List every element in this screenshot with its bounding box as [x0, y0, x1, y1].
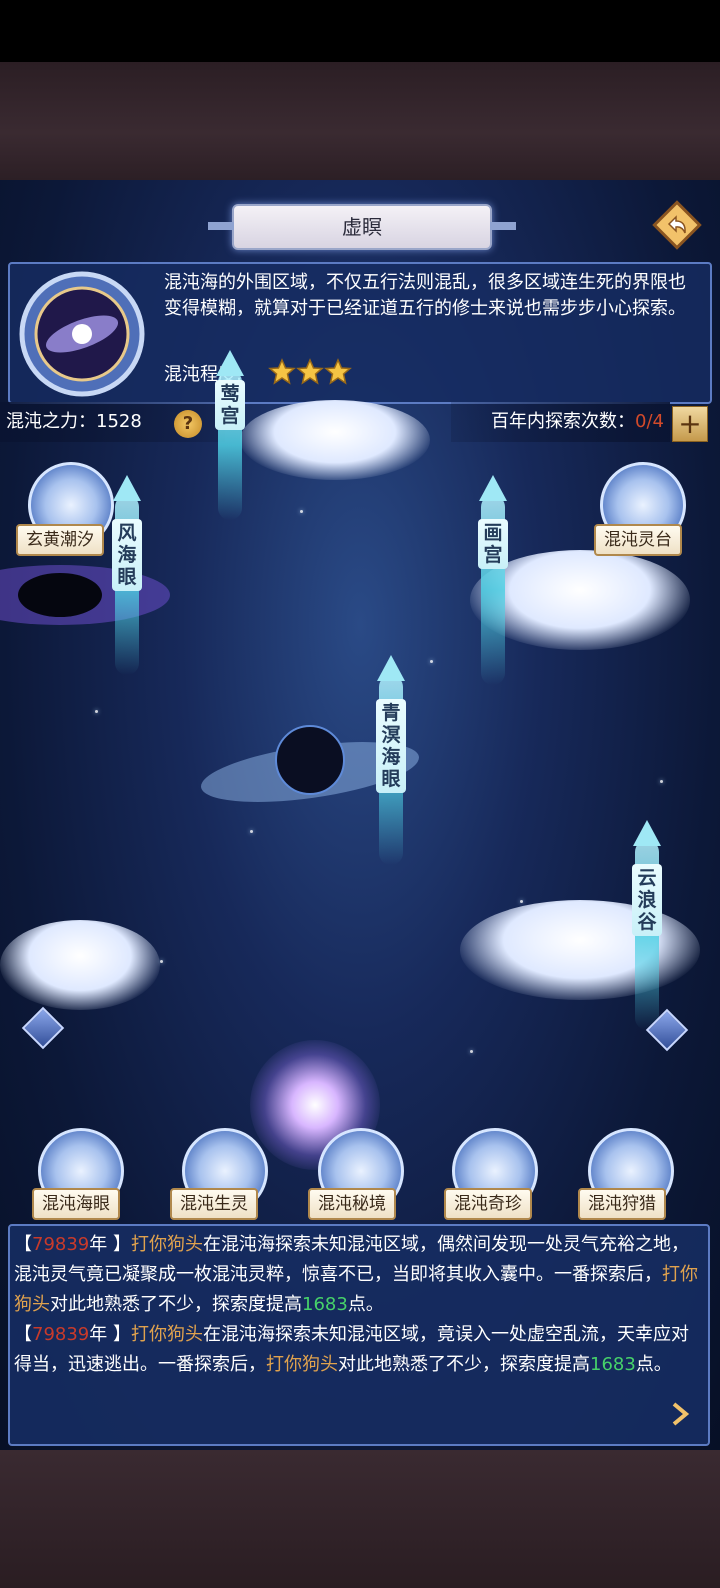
log-player-name: 打你狗头: [131, 1324, 203, 1345]
scroll-up-icon[interactable]: [21, 1006, 65, 1050]
chaos-power-label: 混沌之力：: [6, 411, 96, 432]
realm-description: 混沌海的外围区域，不仅五行法则混乱，很多区域连生死的界限也变得模糊，就算对于已经…: [164, 272, 686, 319]
star-icon: [324, 358, 352, 385]
map-node-label: 画宫: [478, 519, 508, 569]
cloud-island: [240, 400, 430, 480]
realm-emblem: [14, 266, 154, 406]
log-player-name: 打你狗头: [266, 1354, 338, 1375]
chevron-right-icon: [672, 1402, 690, 1426]
log-player-name: 打你狗头: [131, 1234, 203, 1255]
log-year: 79839: [32, 1324, 90, 1345]
map-node-feng[interactable]: 风海眼: [112, 475, 142, 675]
expand-log-button[interactable]: [664, 1398, 696, 1430]
frame-top: [0, 62, 720, 180]
log-gain: 1683: [302, 1294, 348, 1315]
star: [250, 830, 253, 833]
black-hole-icon: [0, 565, 170, 625]
menu-shoulie[interactable]: 混沌狩猎: [578, 1188, 666, 1220]
galaxy-icon: [19, 271, 145, 397]
chaos-level-stars: [268, 358, 352, 390]
cloud-island: [0, 920, 160, 1010]
explore-label: 百年内探索次数：: [491, 411, 636, 432]
game-area: 虚瞑 混沌海的外围区域，不仅五行法则混乱，很多区域连生死的界限也变得模糊，就算对…: [0, 180, 720, 1450]
map-node-label: 风海眼: [112, 519, 142, 591]
explore-count-row: 百年内探索次数：0/4: [451, 402, 670, 442]
map-node-huagong[interactable]: 画宫: [478, 475, 508, 685]
star: [300, 510, 303, 513]
star-icon: [296, 358, 324, 385]
lingtai-label[interactable]: 混沌灵台: [594, 524, 682, 556]
star: [660, 780, 663, 783]
frame-bottom: [0, 1450, 720, 1588]
map-node-yinggong[interactable]: 莺宫: [215, 350, 245, 530]
help-button[interactable]: ?: [174, 410, 202, 438]
map-node-qingming[interactable]: 青溟海眼: [376, 655, 406, 865]
star: [470, 1050, 473, 1053]
star: [430, 660, 433, 663]
map-node-label: 青溟海眼: [376, 699, 406, 793]
event-log: 【79839年 】打你狗头在混沌海探索未知混沌区域，偶然间发现一处灵气充裕之地，…: [14, 1230, 704, 1380]
map-node-yunlanggu[interactable]: 云浪谷: [632, 820, 662, 1030]
map-node-label: 莺宫: [215, 380, 245, 430]
back-button[interactable]: [652, 200, 702, 250]
star: [95, 710, 98, 713]
star: [520, 900, 523, 903]
log-year: 79839: [32, 1234, 90, 1255]
log-entry: 【79839年 】打你狗头在混沌海探索未知混沌区域，竟误入一处虚空乱流，天幸应对…: [14, 1324, 689, 1375]
add-explore-button[interactable]: +: [672, 406, 708, 442]
menu-qizhen[interactable]: 混沌奇珍: [444, 1188, 532, 1220]
explore-count: 0/4: [635, 411, 664, 432]
back-arrow-icon: [652, 200, 702, 250]
menu-shengling[interactable]: 混沌生灵: [170, 1188, 258, 1220]
menu-haiyan[interactable]: 混沌海眼: [32, 1188, 120, 1220]
cloud-island: [460, 900, 700, 1000]
star: [160, 960, 163, 963]
status-bar: [0, 0, 720, 62]
chaos-power-value: 1528: [96, 411, 142, 432]
log-gain: 1683: [590, 1354, 636, 1375]
map-node-label: 云浪谷: [632, 864, 662, 936]
page-title: 虚瞑: [208, 204, 516, 250]
star-icon: [268, 358, 296, 385]
log-entry: 【79839年 】打你狗头在混沌海探索未知混沌区域，偶然间发现一处灵气充裕之地，…: [14, 1234, 698, 1315]
menu-mijing[interactable]: 混沌秘境: [308, 1188, 396, 1220]
